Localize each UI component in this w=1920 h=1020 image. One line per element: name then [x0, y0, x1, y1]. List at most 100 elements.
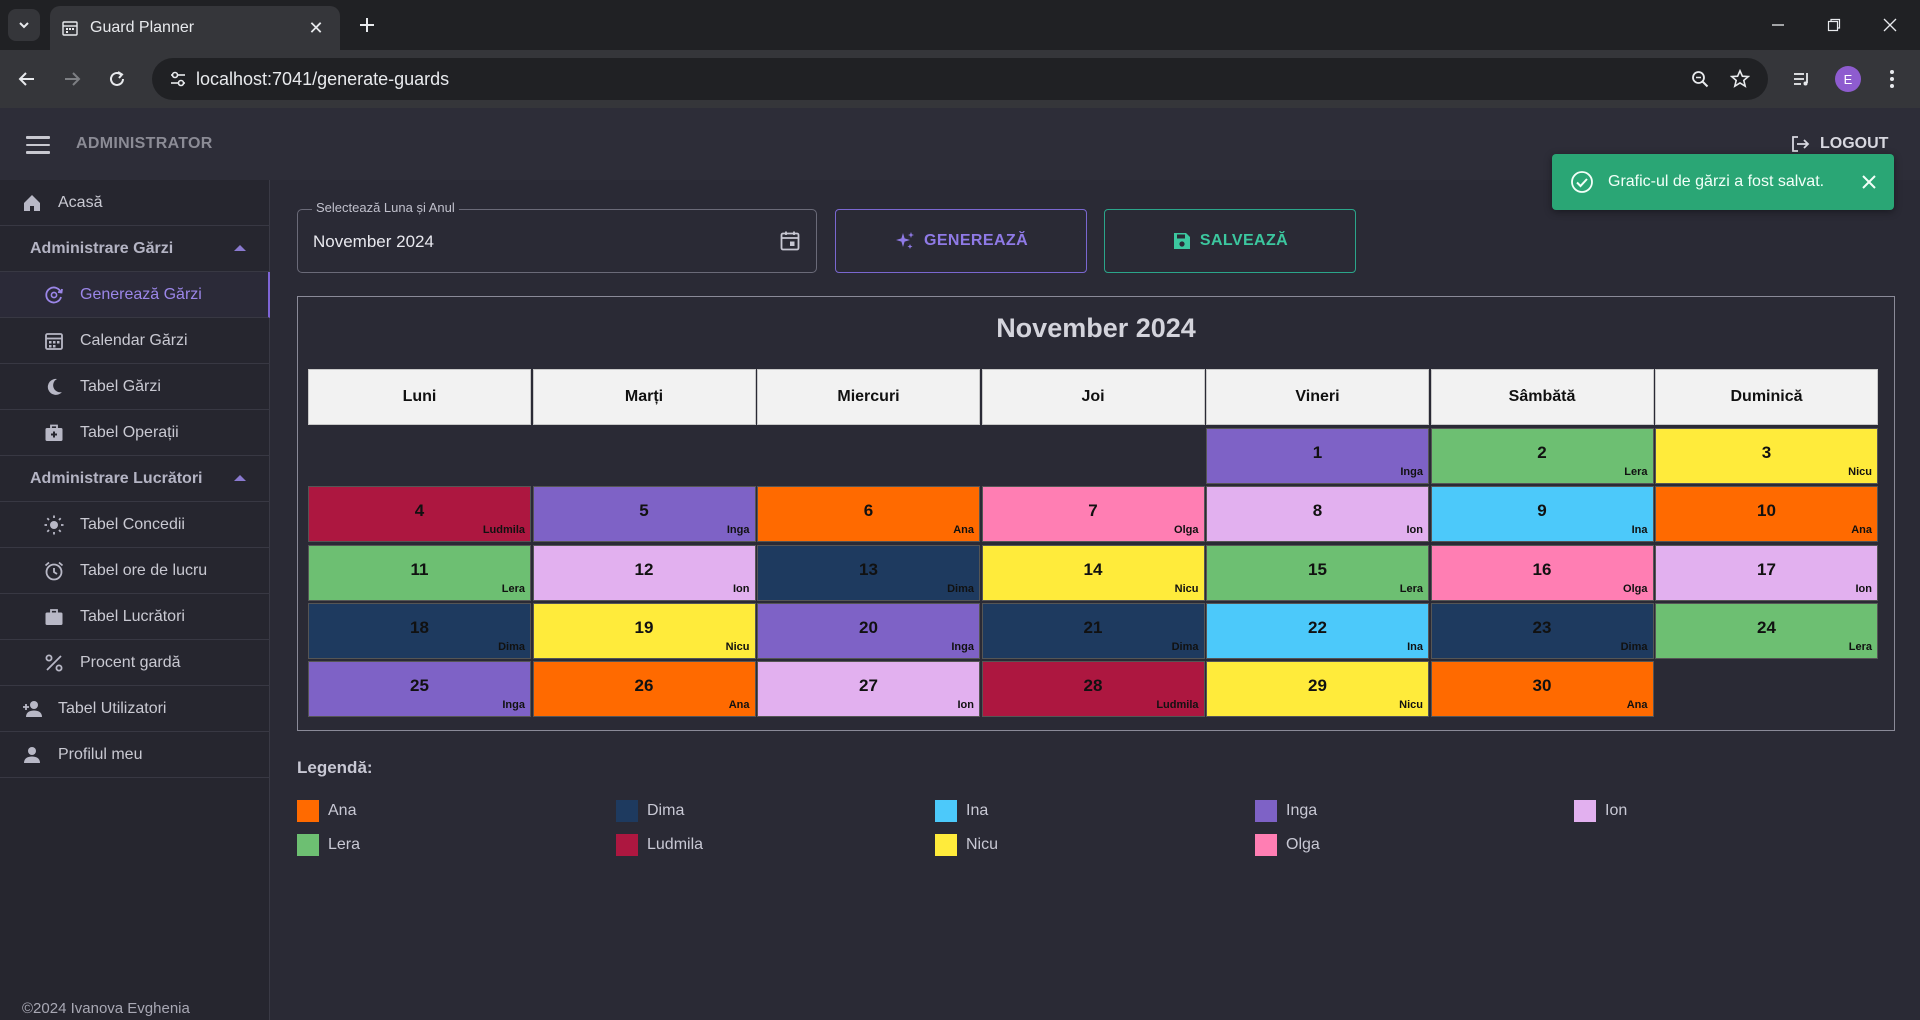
sidebar-item-label: Tabel Utilizatori — [58, 699, 167, 717]
calendar-day-cell[interactable]: 18 Dima — [308, 602, 531, 659]
calendar-day-cell[interactable]: 29 Nicu — [1206, 661, 1429, 718]
address-bar[interactable]: localhost:7041/generate-guards — [152, 58, 1768, 100]
site-info-button[interactable] — [162, 63, 194, 95]
calendar-day-cell[interactable]: 11 Lera — [308, 544, 531, 601]
calendar-day-cell[interactable]: 23 Dima — [1430, 602, 1654, 659]
day-number: 15 — [1308, 559, 1327, 579]
calendar-day-cell[interactable]: 22 Ina — [1206, 602, 1429, 659]
logout-button[interactable]: LOGOUT — [1790, 134, 1888, 154]
calendar-icon[interactable] — [778, 229, 802, 258]
save-label: SALVEAZĂ — [1199, 232, 1289, 249]
day-number: 11 — [410, 559, 429, 579]
calendar-day-cell[interactable]: 24 Lera — [1655, 602, 1878, 659]
tab-search-button[interactable] — [8, 9, 40, 41]
legend-label: Dima — [647, 802, 685, 819]
sidebar-item-leave-table[interactable]: Tabel Concedii — [0, 502, 270, 548]
sidebar-item-profile[interactable]: Profilul meu — [0, 732, 270, 778]
guard-name: Lera — [501, 582, 525, 595]
calendar-day-cell[interactable]: 15 Lera — [1206, 544, 1429, 601]
day-number: 6 — [863, 501, 874, 521]
tab-close-icon[interactable]: ✕ — [304, 18, 328, 39]
menu-icon[interactable] — [26, 136, 50, 154]
calendar-day-cell[interactable]: 14 Nicu — [981, 544, 1205, 601]
browser-tab[interactable]: Guard Planner ✕ — [50, 6, 340, 50]
sidebar-group-workers[interactable]: Administrare Lucrători — [0, 456, 270, 502]
sidebar-item-label: Generează Gărzi — [80, 285, 202, 303]
minimize-button[interactable] — [1758, 10, 1798, 40]
calendar-day-cell[interactable]: 3 Nicu — [1655, 428, 1878, 484]
toast-message: Grafic-ul de gărzi a fost salvat. — [1608, 173, 1825, 190]
calendar-day-cell[interactable]: 9 Ina — [1430, 486, 1654, 543]
sidebar-item-label: Procent gardă — [80, 653, 181, 671]
bookmark-button[interactable] — [1728, 67, 1752, 91]
calendar-day-cell[interactable]: 30 Ana — [1430, 661, 1654, 718]
calendar-day-cell[interactable]: 13 Dima — [757, 544, 980, 601]
day-number: 23 — [1532, 617, 1552, 637]
sidebar-item-calendar[interactable]: Calendar Gărzi — [0, 318, 270, 364]
legend-item: Lera — [297, 834, 360, 856]
calendar-day-cell[interactable]: 12 Ion — [532, 544, 756, 601]
calendar-day-cell[interactable]: 6 Ana — [757, 486, 980, 543]
calendar-day-cell[interactable]: 2 Lera — [1430, 428, 1654, 484]
month-year-picker[interactable]: Selectează Luna și Anul November 2024 — [297, 200, 817, 273]
sidebar-item-generate-guards[interactable]: Generează Gărzi — [0, 272, 270, 318]
weekday-header: Luni — [308, 369, 531, 425]
restore-button[interactable] — [1814, 10, 1854, 40]
calendar-day-cell[interactable]: 8 Ion — [1206, 486, 1429, 543]
calendar-day-cell[interactable]: 5 Inga — [532, 486, 756, 543]
calendar-day-cell[interactable]: 4 Ludmila — [308, 486, 531, 543]
guard-name: Inga — [502, 699, 525, 712]
calendar-day-cell[interactable]: 25 Inga — [308, 661, 531, 718]
generate-button[interactable]: GENEREAZĂ — [835, 209, 1087, 273]
sidebar-item-home[interactable]: Acasă — [0, 180, 270, 226]
calendar-day-cell[interactable]: 1 Inga — [1206, 428, 1429, 484]
calendar-day-cell[interactable]: 26 Ana — [532, 661, 756, 718]
legend-item: Dima — [616, 800, 684, 822]
zoom-button[interactable] — [1688, 67, 1712, 91]
calendar-day-cell[interactable]: 20 Inga — [757, 602, 980, 659]
person-add-icon — [20, 697, 44, 721]
new-tab-button[interactable] — [352, 10, 382, 40]
percent-icon — [42, 651, 66, 675]
sidebar-item-operations-table[interactable]: Tabel Operații — [0, 410, 270, 456]
sidebar-item-users-table[interactable]: Tabel Utilizatori — [0, 686, 270, 732]
sidebar-item-workers-table[interactable]: Tabel Lucrători — [0, 594, 270, 640]
calendar-day-cell[interactable]: 28 Ludmila — [981, 661, 1205, 718]
guard-name: Dima — [1171, 640, 1199, 653]
guard-name: Nicu — [725, 640, 750, 653]
forward-button[interactable] — [56, 63, 88, 95]
save-button[interactable]: SALVEAZĂ — [1104, 209, 1356, 273]
back-button[interactable] — [11, 63, 43, 95]
sidebar-item-label: Tabel Operații — [80, 423, 179, 441]
day-number: 10 — [1757, 501, 1776, 521]
calendar-day-cell[interactable]: 19 Nicu — [532, 602, 756, 659]
calendar-day-cell[interactable]: 16 Olga — [1430, 544, 1654, 601]
sidebar-group-guards[interactable]: Administrare Gărzi — [0, 226, 270, 272]
weekday-header: Marți — [532, 369, 756, 425]
day-number: 22 — [1308, 617, 1327, 637]
arrow-right-icon — [65, 72, 81, 86]
calendar-day-cell[interactable]: 7 Olga — [981, 486, 1205, 543]
close-icon[interactable] — [1858, 171, 1880, 198]
sidebar-item-guards-table[interactable]: Tabel Gărzi — [0, 364, 270, 410]
zoom-icon — [1692, 71, 1709, 88]
sidebar-item-label: Acasă — [58, 193, 103, 211]
browser-menu-button[interactable] — [1876, 63, 1908, 95]
guard-name: Lera — [1624, 466, 1648, 478]
moon-icon — [42, 375, 66, 399]
day-number: 28 — [1083, 676, 1103, 696]
reload-button[interactable] — [101, 63, 133, 95]
profile-button[interactable]: E — [1832, 63, 1864, 95]
sidebar-item-guard-percent[interactable]: Procent gardă — [0, 640, 270, 686]
calendar-day-cell[interactable]: 21 Dima — [981, 602, 1205, 659]
calendar-day-cell[interactable]: 27 Ion — [757, 661, 980, 718]
url-text[interactable]: localhost:7041/generate-guards — [196, 69, 449, 90]
calendar-day-cell[interactable]: 17 Ion — [1655, 544, 1878, 601]
calendar-day-cell[interactable]: 10 Ana — [1655, 486, 1878, 543]
sidebar-item-hours-table[interactable]: Tabel ore de lucru — [0, 548, 270, 594]
media-button[interactable] — [1786, 63, 1818, 95]
day-number: 7 — [1088, 501, 1098, 521]
legend-item: Nicu — [935, 834, 998, 856]
close-window-button[interactable] — [1870, 10, 1910, 40]
medical-bag-icon — [42, 421, 66, 445]
